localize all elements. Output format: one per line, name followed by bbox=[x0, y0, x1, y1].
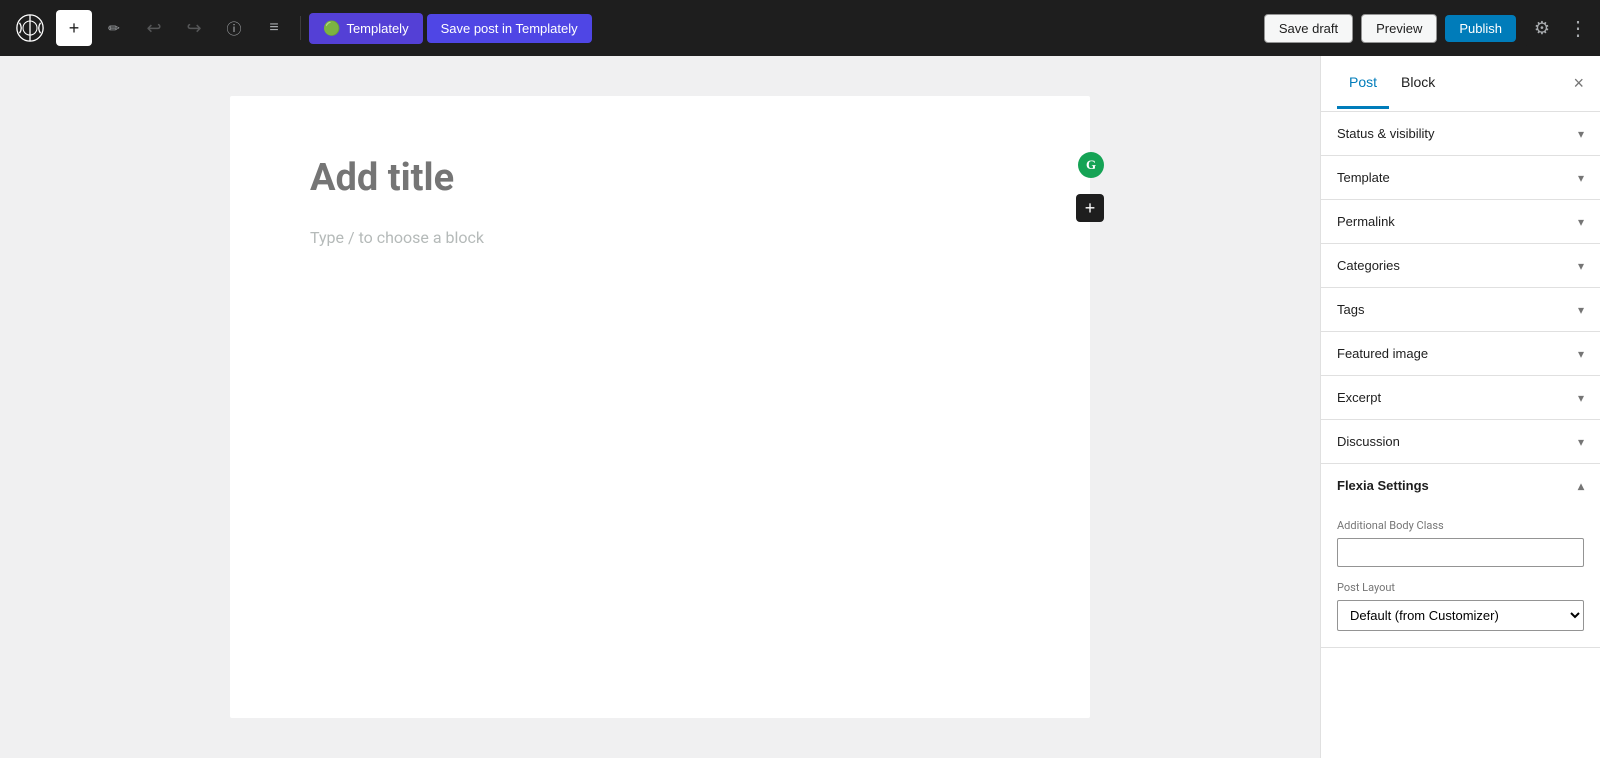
more-icon: ⋮ bbox=[1568, 16, 1588, 41]
chevron-down-icon: ▾ bbox=[1578, 391, 1584, 405]
more-options-button[interactable]: ⋮ bbox=[1568, 16, 1588, 41]
section-tags-label: Tags bbox=[1337, 302, 1364, 317]
section-discussion: Discussion ▾ bbox=[1321, 420, 1600, 464]
list-view-button[interactable]: ≡ bbox=[256, 10, 292, 46]
section-excerpt-label: Excerpt bbox=[1337, 390, 1381, 405]
section-template-toggle[interactable]: Template ▾ bbox=[1321, 156, 1600, 199]
section-status-visibility: Status & visibility ▾ bbox=[1321, 112, 1600, 156]
main-layout: G + Add title Type / to choose a block P… bbox=[0, 56, 1600, 758]
section-tags-toggle[interactable]: Tags ▾ bbox=[1321, 288, 1600, 331]
settings-button[interactable]: ⚙ bbox=[1524, 10, 1560, 46]
additional-body-class-label: Additional Body Class bbox=[1337, 519, 1584, 532]
section-featured-image-label: Featured image bbox=[1337, 346, 1428, 361]
redo-button[interactable]: ↪ bbox=[176, 10, 212, 46]
chevron-down-icon: ▾ bbox=[1578, 171, 1584, 185]
templately-button[interactable]: 🟢 Templately bbox=[309, 13, 423, 44]
section-excerpt: Excerpt ▾ bbox=[1321, 376, 1600, 420]
section-flexia-settings: Flexia Settings ▴ Additional Body Class … bbox=[1321, 464, 1600, 648]
editor-area: G + Add title Type / to choose a block bbox=[0, 56, 1320, 758]
toolbar-divider bbox=[300, 16, 301, 40]
flexia-settings-content: Additional Body Class Post Layout Defaul… bbox=[1321, 507, 1600, 647]
section-flexia-settings-label: Flexia Settings bbox=[1337, 478, 1429, 493]
section-template-label: Template bbox=[1337, 170, 1390, 185]
section-status-visibility-toggle[interactable]: Status & visibility ▾ bbox=[1321, 112, 1600, 155]
editor-title[interactable]: Add title bbox=[310, 156, 1010, 204]
pencil-icon: ✏ bbox=[108, 20, 120, 37]
section-featured-image-toggle[interactable]: Featured image ▾ bbox=[1321, 332, 1600, 375]
info-button[interactable]: ⓘ bbox=[216, 10, 252, 46]
editor-body[interactable]: Type / to choose a block bbox=[310, 228, 1010, 247]
section-categories-label: Categories bbox=[1337, 258, 1400, 273]
add-block-inline-button[interactable]: + bbox=[1076, 194, 1104, 222]
save-post-label: Save post in Templately bbox=[441, 21, 578, 36]
section-permalink: Permalink ▾ bbox=[1321, 200, 1600, 244]
list-icon: ≡ bbox=[269, 19, 278, 37]
add-block-toolbar-button[interactable]: + bbox=[56, 10, 92, 46]
chevron-down-icon: ▾ bbox=[1578, 347, 1584, 361]
save-draft-label: Save draft bbox=[1279, 21, 1338, 36]
chevron-down-icon: ▾ bbox=[1578, 259, 1584, 273]
tab-post-label: Post bbox=[1349, 74, 1377, 90]
section-featured-image: Featured image ▾ bbox=[1321, 332, 1600, 376]
toolbar-right: Save draft Preview Publish ⚙ ⋮ bbox=[1264, 10, 1588, 46]
plus-icon: + bbox=[1085, 199, 1096, 217]
redo-icon: ↪ bbox=[186, 18, 201, 39]
save-draft-button[interactable]: Save draft bbox=[1264, 14, 1353, 43]
chevron-down-icon: ▾ bbox=[1578, 303, 1584, 317]
section-permalink-label: Permalink bbox=[1337, 214, 1395, 229]
section-status-visibility-label: Status & visibility bbox=[1337, 126, 1435, 141]
editor-content: G + Add title Type / to choose a block bbox=[230, 96, 1090, 718]
section-categories-toggle[interactable]: Categories ▾ bbox=[1321, 244, 1600, 287]
section-flexia-settings-toggle[interactable]: Flexia Settings ▴ bbox=[1321, 464, 1600, 507]
section-tags: Tags ▾ bbox=[1321, 288, 1600, 332]
wp-logo[interactable] bbox=[12, 10, 48, 46]
chevron-down-icon: ▾ bbox=[1578, 127, 1584, 141]
publish-label: Publish bbox=[1459, 21, 1502, 36]
section-template: Template ▾ bbox=[1321, 156, 1600, 200]
tab-post[interactable]: Post bbox=[1337, 58, 1389, 109]
edit-button[interactable]: ✏ bbox=[96, 10, 132, 46]
section-permalink-toggle[interactable]: Permalink ▾ bbox=[1321, 200, 1600, 243]
tab-block[interactable]: Block bbox=[1389, 58, 1447, 109]
chevron-up-icon: ▴ bbox=[1578, 479, 1584, 493]
chevron-down-icon: ▾ bbox=[1578, 215, 1584, 229]
section-categories: Categories ▾ bbox=[1321, 244, 1600, 288]
publish-button[interactable]: Publish bbox=[1445, 15, 1516, 42]
close-icon: × bbox=[1573, 73, 1584, 94]
section-discussion-toggle[interactable]: Discussion ▾ bbox=[1321, 420, 1600, 463]
additional-body-class-input[interactable] bbox=[1337, 538, 1584, 567]
undo-icon: ↩ bbox=[146, 18, 161, 39]
chevron-down-icon: ▾ bbox=[1578, 435, 1584, 449]
templately-icon: 🟢 bbox=[323, 20, 340, 37]
plus-icon: + bbox=[69, 18, 80, 39]
preview-label: Preview bbox=[1376, 21, 1422, 36]
sidebar: Post Block × Status & visibility ▾ Templ… bbox=[1320, 56, 1600, 758]
toolbar: + ✏ ↩ ↪ ⓘ ≡ 🟢 Templately Save pos bbox=[0, 0, 1600, 56]
grammarly-icon: G bbox=[1078, 152, 1104, 178]
post-layout-select[interactable]: Default (from Customizer) Full Width Lef… bbox=[1337, 600, 1584, 631]
info-icon: ⓘ bbox=[226, 18, 241, 39]
sidebar-header: Post Block × bbox=[1321, 56, 1600, 112]
section-excerpt-toggle[interactable]: Excerpt ▾ bbox=[1321, 376, 1600, 419]
sidebar-close-button[interactable]: × bbox=[1573, 73, 1584, 94]
settings-icon: ⚙ bbox=[1534, 18, 1550, 39]
undo-button[interactable]: ↩ bbox=[136, 10, 172, 46]
section-discussion-label: Discussion bbox=[1337, 434, 1400, 449]
post-layout-label: Post Layout bbox=[1337, 581, 1584, 594]
templately-label: Templately bbox=[346, 21, 408, 36]
tab-block-label: Block bbox=[1401, 74, 1435, 90]
save-post-templately-button[interactable]: Save post in Templately bbox=[427, 14, 592, 43]
preview-button[interactable]: Preview bbox=[1361, 14, 1437, 43]
